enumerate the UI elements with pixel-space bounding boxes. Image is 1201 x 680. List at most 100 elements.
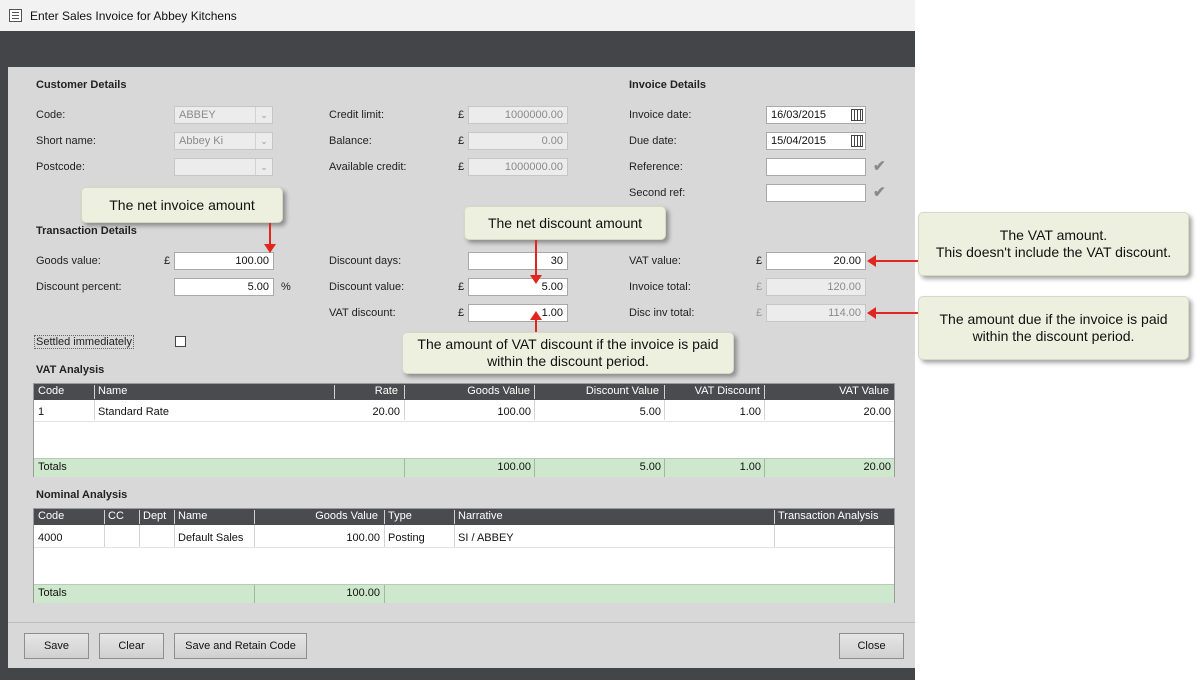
postcode-combo[interactable]: ⌄ (174, 158, 273, 176)
callout-net-invoice-text: The net invoice amount (109, 196, 255, 213)
available-credit-field: 1000000.00 (468, 158, 568, 176)
col-vat-value[interactable]: VAT Value (839, 385, 889, 397)
arrowhead-icon (530, 275, 542, 284)
vat-value-label: VAT value: (629, 255, 681, 267)
customer-code-combo[interactable]: ABBEY ⌄ (174, 106, 273, 124)
vat-totals-goods: 100.00 (497, 461, 531, 473)
vat-row-rate: 20.00 (372, 406, 400, 418)
vat-row-discount: 5.00 (639, 406, 661, 418)
vat-discount-field[interactable]: 1.00 (468, 304, 568, 322)
col-type[interactable]: Type (388, 510, 412, 522)
col-code[interactable]: Code (38, 385, 64, 397)
arrowhead-icon (867, 307, 876, 319)
second-ref-field[interactable] (766, 184, 866, 202)
reference-field[interactable] (766, 158, 866, 176)
short-name-combo[interactable]: Abbey Ki ⌄ (174, 132, 273, 150)
currency-symbol: £ (458, 109, 465, 121)
postcode-label: Postcode: (36, 161, 85, 173)
col-goods-value[interactable]: Goods Value (467, 385, 530, 397)
col-discount-value[interactable]: Discount Value (586, 385, 659, 397)
nominal-row-narrative: SI / ABBEY (458, 532, 514, 544)
nominal-totals-row: Totals 100.00 (34, 584, 894, 603)
currency-symbol: £ (458, 307, 465, 319)
arrow-amount-due (875, 312, 918, 314)
window-frame-left (0, 31, 8, 680)
checkmark-icon[interactable]: ✔ (873, 183, 886, 201)
window-frame-bottom (0, 668, 915, 680)
settled-immediately-label[interactable]: Settled immediately (34, 335, 134, 349)
close-button[interactable]: Close (839, 633, 904, 659)
settled-immediately-checkbox[interactable] (175, 336, 186, 347)
balance-field: 0.00 (468, 132, 568, 150)
vat-row-vat: 20.00 (863, 406, 891, 418)
transaction-details-heading: Transaction Details (36, 225, 137, 237)
callout-amount-due-line1: The amount due if the invoice is paid (939, 311, 1168, 327)
vat-analysis-grid: Code Name Rate Goods Value Discount Valu… (33, 383, 895, 477)
customer-details-heading: Customer Details (36, 79, 127, 91)
title-bar: Enter Sales Invoice for Abbey Kitchens (0, 0, 915, 32)
col-name[interactable]: Name (178, 510, 207, 522)
discount-percent-label: Discount percent: (36, 281, 122, 293)
dropdown-chevron-icon[interactable]: ⌄ (255, 159, 272, 175)
short-name-label: Short name: (36, 135, 96, 147)
window-form-icon (9, 9, 22, 22)
nominal-analysis-grid: Code CC Dept Name Goods Value Type Narra… (33, 508, 895, 603)
calendar-icon[interactable] (851, 135, 863, 147)
invoice-date-label: Invoice date: (629, 109, 692, 121)
divider (8, 622, 915, 623)
currency-symbol: £ (458, 161, 465, 173)
discount-days-field[interactable]: 30 (468, 252, 568, 270)
arrow-vat-discount (535, 319, 537, 332)
col-vat-discount[interactable]: VAT Discount (695, 385, 760, 397)
save-and-retain-code-button[interactable]: Save and Retain Code (174, 633, 307, 659)
discount-value-label: Discount value: (329, 281, 405, 293)
nominal-row-code: 4000 (38, 532, 63, 544)
currency-symbol: £ (458, 135, 465, 147)
dropdown-chevron-icon[interactable]: ⌄ (255, 107, 272, 123)
col-narrative[interactable]: Narrative (458, 510, 503, 522)
arrow-net-discount (535, 240, 537, 276)
goods-value-field[interactable]: 100.00 (174, 252, 274, 270)
col-code[interactable]: Code (38, 510, 64, 522)
nominal-totals-goods: 100.00 (346, 587, 380, 599)
currency-symbol: £ (756, 255, 763, 267)
calendar-icon[interactable] (851, 109, 863, 121)
nominal-analysis-heading: Nominal Analysis (36, 489, 128, 501)
col-rate[interactable]: Rate (375, 385, 398, 397)
col-dept[interactable]: Dept (143, 510, 166, 522)
due-date-field[interactable]: 15/04/2015 (766, 132, 866, 150)
vat-value-field[interactable]: 20.00 (766, 252, 866, 270)
vat-totals-row: Totals 100.00 5.00 1.00 20.00 (34, 458, 894, 477)
checkmark-icon[interactable]: ✔ (873, 157, 886, 175)
arrowhead-icon (264, 244, 276, 253)
available-credit-label: Available credit: (329, 161, 407, 173)
vat-row-goods: 100.00 (497, 406, 531, 418)
percent-sign: % (281, 281, 291, 293)
header-band (8, 31, 915, 67)
vat-analysis-heading: VAT Analysis (36, 364, 105, 376)
col-goods-value[interactable]: Goods Value (315, 510, 378, 522)
invoice-details-heading: Invoice Details (629, 79, 707, 91)
callout-net-discount: The net discount amount (464, 206, 666, 240)
discount-value-field[interactable]: 5.00 (468, 278, 568, 296)
invoice-date-field[interactable]: 16/03/2015 (766, 106, 866, 124)
callout-amount-due: The amount due if the invoice is paid wi… (918, 296, 1189, 360)
discount-percent-field[interactable]: 5.00 (174, 278, 274, 296)
arrowhead-icon (530, 311, 542, 320)
window-title: Enter Sales Invoice for Abbey Kitchens (30, 9, 237, 23)
goods-value-label: Goods value: (36, 255, 101, 267)
balance-label: Balance: (329, 135, 372, 147)
vat-totals-discount: 5.00 (639, 461, 661, 473)
col-name[interactable]: Name (98, 385, 127, 397)
clear-button[interactable]: Clear (99, 633, 164, 659)
currency-symbol: £ (458, 281, 465, 293)
disc-inv-total-label: Disc inv total: (629, 307, 695, 319)
vat-row-name: Standard Rate (98, 406, 169, 418)
col-cc[interactable]: CC (108, 510, 124, 522)
currency-symbol: £ (756, 281, 763, 293)
short-name-value: Abbey Ki (179, 135, 224, 147)
save-button[interactable]: Save (24, 633, 89, 659)
callout-vat-discount-line2: within the discount period. (487, 353, 649, 369)
col-transaction-analysis[interactable]: Transaction Analysis (778, 510, 878, 522)
dropdown-chevron-icon[interactable]: ⌄ (255, 133, 272, 149)
